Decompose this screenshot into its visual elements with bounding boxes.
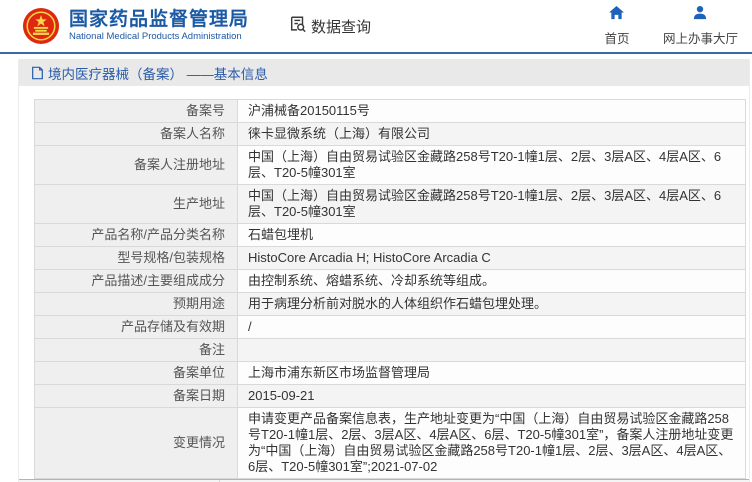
table-row: 生产地址 中国（上海）自由贸易试验区金藏路258号T20-1幢1层、2层、3层A… [34,184,746,224]
data-query-link[interactable]: 数据查询 [289,15,371,38]
brand-text: 国家药品监督管理局 National Medical Products Admi… [69,9,249,43]
org-name-en: National Medical Products Administration [69,31,242,42]
nav-home[interactable]: 首页 [597,5,637,47]
table-row: 产品存储及有效期 / [34,315,746,339]
row-label: 产品存储及有效期 [34,315,238,339]
data-query-icon [289,15,311,38]
site-header: 国家药品监督管理局 National Medical Products Admi… [0,0,752,54]
row-value: 中国（上海）自由贸易试验区金藏路258号T20-1幢1层、2层、3层A区、4层A… [237,184,746,224]
user-icon [692,5,708,25]
org-name-cn: 国家药品监督管理局 [69,9,250,30]
row-value: 沪浦械备20150115号 [237,99,746,123]
info-table: 备案号 沪浦械备20150115号 备案人名称 徕卡显微系统（上海）有限公司 备… [34,99,746,479]
nav-service-hall-label: 网上办事大厅 [662,32,738,46]
table-row: 产品名称/产品分类名称 石蜡包埋机 [34,223,746,247]
row-label: 备案日期 [34,384,238,408]
row-label: 备案号 [34,99,238,123]
card-body: 备案号 沪浦械备20150115号 备案人名称 徕卡显微系统（上海）有限公司 备… [19,86,749,482]
data-query-label: 数据查询 [311,18,372,36]
row-label: 生产地址 [34,184,238,224]
row-value: / [237,315,746,339]
brand[interactable]: 国家药品监督管理局 National Medical Products Admi… [22,7,249,45]
content-card: 境内医疗器械（备案） ——基本信息 备案号 沪浦械备20150115号 备案人名… [18,59,750,482]
row-value: 上海市浦东新区市场监督管理局 [237,361,746,385]
row-label: 产品名称/产品分类名称 [34,223,238,247]
table-row: 产品描述/主要组成成分 由控制系统、熔蜡系统、冷却系统等组成。 [34,269,746,293]
header-nav: 首页 网上办事大厅 [597,5,738,47]
national-emblem-logo [22,7,60,45]
page-title: 境内医疗器械（备案） ——基本信息 [48,66,268,82]
table-row: 预期用途 用于病理分析前对脱水的人体组织作石蜡包埋处理。 [34,292,746,316]
table-row: 备案人注册地址 中国（上海）自由贸易试验区金藏路258号T20-1幢1层、2层、… [34,145,746,185]
table-row: 备注 [34,338,746,362]
row-label: 产品描述/主要组成成分 [34,269,238,293]
row-label: 备案单位 [34,361,238,385]
row-label: 变更情况 [34,407,238,479]
row-value: 石蜡包埋机 [237,223,746,247]
row-label: 型号规格/包装规格 [34,246,238,270]
nav-home-label: 首页 [604,32,630,46]
nav-service-hall[interactable]: 网上办事大厅 [663,5,738,47]
row-value: HistoCore Arcadia H; HistoCore Arcadia C [237,246,746,270]
home-icon [608,5,625,25]
row-value: 徕卡显微系统（上海）有限公司 [237,122,746,146]
document-icon [32,66,43,79]
table-row: 备案人名称 徕卡显微系统（上海）有限公司 [34,122,746,146]
row-label: 备案人名称 [34,122,238,146]
section-bar: 境内医疗器械（备案） ——基本信息 [19,59,749,86]
row-value: 由控制系统、熔蜡系统、冷却系统等组成。 [237,269,746,293]
row-label: 备注 [34,338,238,362]
row-label: 备案人注册地址 [34,145,238,185]
table-row: 备案单位 上海市浦东新区市场监督管理局 [34,361,746,385]
row-value: 申请变更产品备案信息表，生产地址变更为“中国（上海）自由贸易试验区金藏路258号… [237,407,746,479]
table-row: 备案号 沪浦械备20150115号 [34,99,746,123]
table-row: 备案日期 2015-09-21 [34,384,746,408]
row-value: 2015-09-21 [237,384,746,408]
table-row: 变更情况 申请变更产品备案信息表，生产地址变更为“中国（上海）自由贸易试验区金藏… [34,407,746,479]
row-value: 用于病理分析前对脱水的人体组织作石蜡包埋处理。 [237,292,746,316]
row-value: 中国（上海）自由贸易试验区金藏路258号T20-1幢1层、2层、3层A区、4层A… [237,145,746,185]
row-label: 预期用途 [34,292,238,316]
table-row: 型号规格/包装规格 HistoCore Arcadia H; HistoCore… [34,246,746,270]
row-value [237,338,746,362]
